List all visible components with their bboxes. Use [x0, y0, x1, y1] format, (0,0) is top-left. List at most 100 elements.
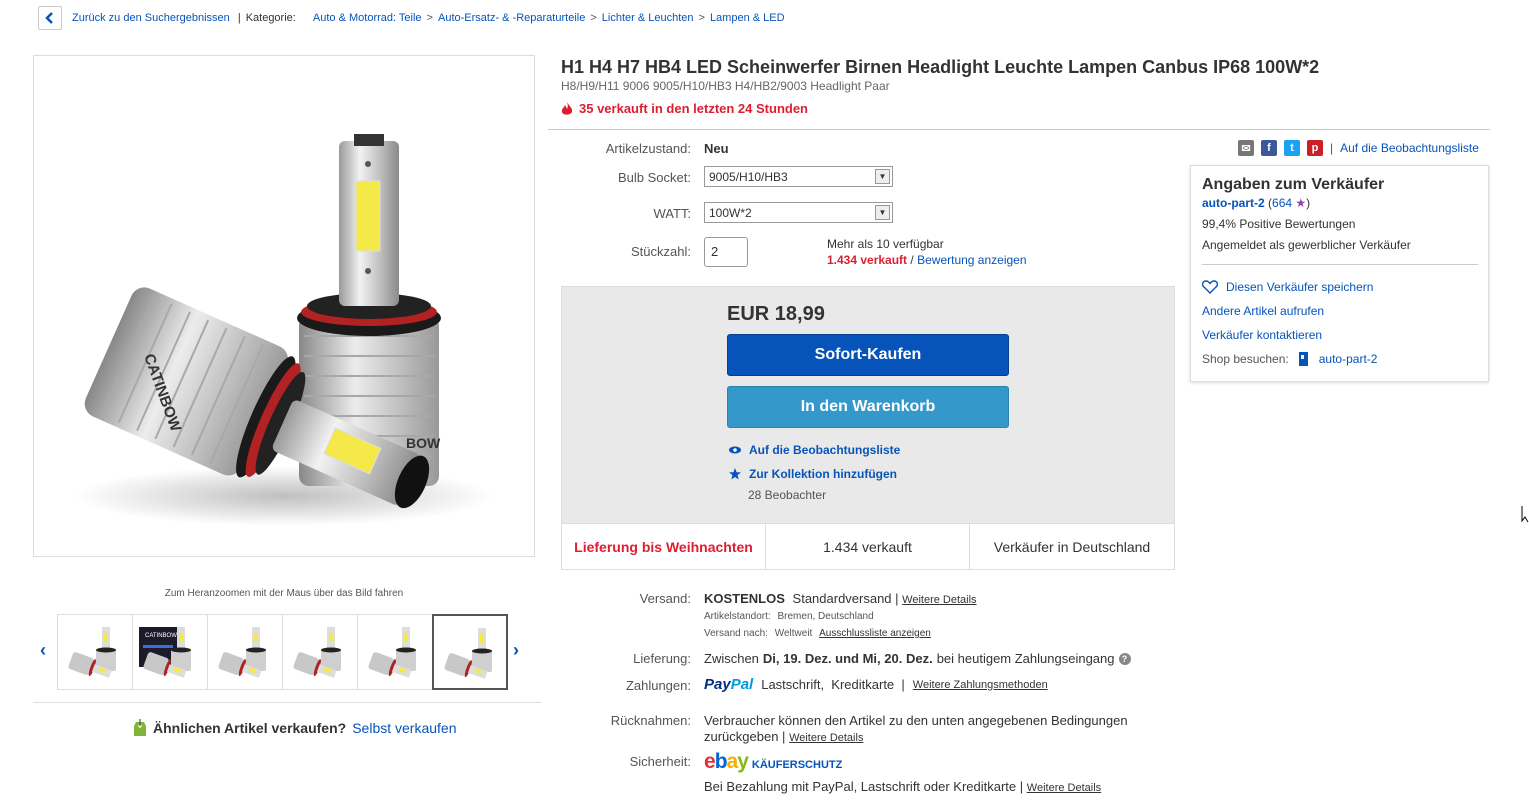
socket-select[interactable]: 9005/H10/HB3 ▼ — [704, 166, 893, 187]
returns-label: Rücknahmen: — [610, 713, 691, 728]
visit-shop-row: Shop besuchen: auto-part-2 — [1202, 350, 1377, 368]
help-icon[interactable]: ? — [1118, 652, 1131, 665]
thumbnail-box-text: CATINBOW — [145, 633, 177, 639]
positive-feedback: 99,4% Positive Bewertungen — [1202, 217, 1356, 231]
shop-label: Shop besuchen: — [1202, 352, 1289, 366]
thumbnail[interactable]: CATINBOW — [132, 614, 208, 690]
hot-indicator: 35 verkauft in den letzten 24 Stunden — [561, 101, 808, 116]
sell-yourself-link[interactable]: Selbst verkaufen — [352, 720, 456, 736]
eye-icon — [729, 446, 741, 454]
collection-label: Zur Kollektion hinzufügen — [749, 467, 897, 481]
buy-now-button[interactable]: Sofort-Kaufen — [727, 334, 1009, 376]
thumbnail-image — [368, 627, 416, 678]
shipping-details-link[interactable]: Weitere Details — [902, 594, 976, 606]
thumbnail[interactable] — [207, 614, 283, 690]
shipping-row: KOSTENLOS Standardversand | Weitere Deta… — [704, 591, 977, 606]
breadcrumb-sep: > — [698, 12, 705, 24]
price: EUR 18,99 — [727, 303, 825, 325]
email-icon[interactable]: ✉ — [1238, 140, 1254, 156]
thumbnail-next-button[interactable]: › — [513, 640, 519, 661]
thumbnail-image — [444, 628, 492, 679]
info-strip: Lieferung bis Weihnachten 1.434 verkauft… — [562, 523, 1174, 569]
returns-line1: Verbraucher können den Artikel zu den un… — [704, 713, 1128, 728]
breadcrumb: Zurück zu den Suchergebnissen | Kategorie… — [72, 12, 785, 24]
returns-details-link[interactable]: Weitere Details — [789, 732, 863, 744]
add-to-cart-button[interactable]: In den Warenkorb — [727, 386, 1009, 428]
sold-total: 1.434 verkauft — [766, 524, 970, 569]
add-to-watchlist-link[interactable]: Auf die Beobachtungsliste — [729, 443, 900, 457]
quantity-label: Stückzahl: — [631, 244, 691, 259]
facebook-icon[interactable]: f — [1261, 140, 1277, 156]
breadcrumb-sep: > — [426, 12, 433, 24]
feedback-score[interactable]: 664 — [1272, 196, 1292, 210]
shipping-free: KOSTENLOS — [704, 591, 785, 606]
contact-seller-link[interactable]: Verkäufer kontaktieren — [1202, 328, 1322, 342]
store-icon — [1298, 352, 1308, 366]
seller-title: Angaben zum Verkäufer — [1202, 176, 1385, 193]
tag-icon — [134, 719, 146, 736]
breadcrumb-item[interactable]: Auto-Ersatz- & -Reparaturteile — [438, 12, 585, 24]
socket-selected: 9005/H10/HB3 — [709, 169, 788, 184]
sell-similar-question: Ähnlichen Artikel verkaufen? — [153, 720, 347, 736]
thumbnail[interactable] — [57, 614, 133, 690]
share-pipe: | — [1330, 141, 1334, 155]
share-row: ✉ f t p | Auf die Beobachtungsliste — [1238, 140, 1479, 156]
security-details-link[interactable]: Weitere Details — [1027, 782, 1101, 794]
watt-selected: 100W*2 — [709, 205, 752, 220]
twitter-icon[interactable]: t — [1284, 140, 1300, 156]
condition-label: Artikelzustand: — [605, 141, 691, 156]
main-product-image[interactable]: CATINBOW BOW — [33, 55, 535, 557]
item-location: Artikelstandort: Bremen, Deutschland — [704, 611, 874, 622]
sold-count: 1.434 verkauft — [827, 253, 908, 267]
back-button[interactable] — [38, 6, 62, 30]
breadcrumb-item[interactable]: Lichter & Leuchten — [602, 12, 694, 24]
add-to-collection-link[interactable]: Zur Kollektion hinzufügen — [729, 467, 897, 481]
flame-icon — [561, 101, 573, 115]
divider — [33, 702, 541, 703]
back-to-results-link[interactable]: Zurück zu den Suchergebnissen — [72, 12, 230, 24]
exclusions-link[interactable]: Ausschlussliste anzeigen — [819, 628, 931, 639]
save-seller-link[interactable]: Diesen Verkäufer speichern — [1202, 280, 1373, 294]
save-seller-label: Diesen Verkäufer speichern — [1226, 280, 1374, 294]
thumbnail[interactable] — [282, 614, 358, 690]
payment-row: PayPal Lastschrift, Kreditkarte | Weiter… — [704, 676, 1048, 693]
availability: Mehr als 10 verfügbar — [827, 237, 944, 251]
thumbnail[interactable] — [357, 614, 433, 690]
security-text: Bei Bezahlung mit PayPal, Lastschrift od… — [704, 779, 1024, 794]
delivery-suffix: bei heutigem Zahlungseingang — [936, 651, 1115, 666]
star-icon — [729, 468, 741, 480]
seller-name[interactable]: auto-part-2 — [1202, 196, 1265, 210]
payment-methods: Lastschrift, Kreditkarte | — [761, 677, 905, 692]
item-title: H1 H4 H7 HB4 LED Scheinwerfer Birnen Hea… — [561, 57, 1320, 77]
delivery-row: Zwischen Di, 19. Dez. und Mi, 20. Dez. b… — [704, 651, 1131, 666]
quantity-input[interactable]: 2 — [704, 237, 748, 267]
led-bulbs-illustration: CATINBOW BOW — [74, 134, 494, 526]
shipping-label: Versand: — [639, 591, 691, 606]
pinterest-icon[interactable]: p — [1307, 140, 1323, 156]
thumbnail-image — [293, 627, 341, 678]
zoom-hint: Zum Heranzoomen mit der Maus über das Bi… — [164, 588, 404, 599]
ships-to: Versand nach: Weltweit Ausschlussliste a… — [704, 628, 931, 639]
item-subtitle: H8/H9/H11 9006 9005/H10/HB3 H4/HB2/9003 … — [561, 79, 890, 93]
other-items-link[interactable]: Andere Artikel aufrufen — [1202, 304, 1324, 318]
more-payment-link[interactable]: Weitere Zahlungsmethoden — [913, 679, 1048, 691]
payment-label: Zahlungen: — [625, 678, 691, 693]
brand-text-partial: BOW — [406, 435, 441, 451]
watt-select[interactable]: 100W*2 ▼ — [704, 202, 893, 223]
watch-label: Auf die Beobachtungsliste — [749, 443, 901, 457]
watchlist-link[interactable]: Auf die Beobachtungsliste — [1340, 141, 1479, 155]
delivery-label: Lieferung: — [633, 651, 691, 666]
breadcrumb-item[interactable]: Lampen & LED — [710, 12, 785, 24]
chevron-down-icon: ▼ — [875, 169, 890, 184]
thumbnail-prev-button[interactable]: ‹ — [40, 640, 46, 661]
watt-label: WATT: — [653, 206, 691, 221]
breadcrumb-item[interactable]: Auto & Motorrad: Teile — [313, 12, 422, 24]
thumbnail-image — [218, 627, 266, 678]
heart-icon — [1202, 280, 1218, 294]
divider — [548, 129, 1490, 130]
slash: / — [910, 253, 914, 267]
business-seller: Angemeldet als gewerblicher Verkäufer — [1202, 238, 1411, 252]
reviews-link[interactable]: Bewertung anzeigen — [917, 253, 1026, 267]
shop-link[interactable]: auto-part-2 — [1319, 352, 1378, 366]
thumbnail[interactable] — [432, 614, 508, 690]
